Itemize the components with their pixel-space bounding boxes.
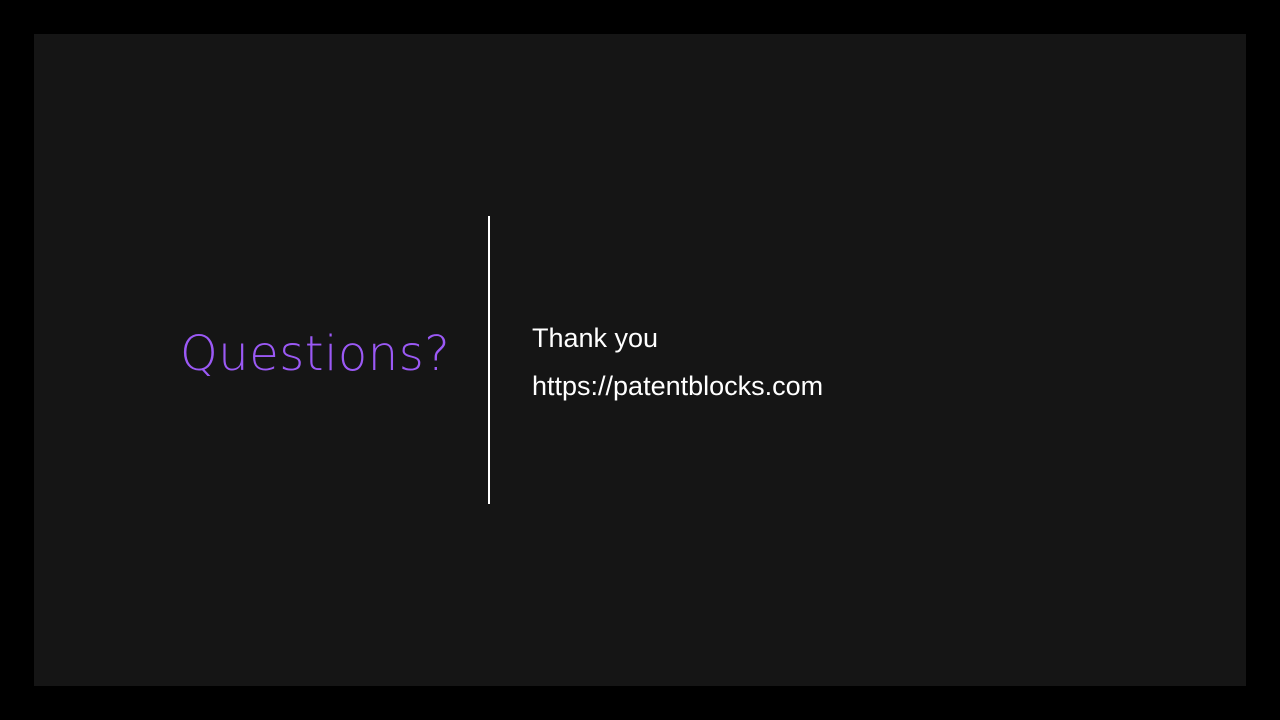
vertical-divider xyxy=(488,216,490,504)
slide-heading: Questions? xyxy=(180,326,451,382)
slide-body: Thank you https://patentblocks.com xyxy=(532,314,823,410)
presentation-frame: Questions? Thank you https://patentblock… xyxy=(0,0,1280,720)
website-link[interactable]: https://patentblocks.com xyxy=(532,362,823,410)
slide: Questions? Thank you https://patentblock… xyxy=(34,34,1246,686)
thank-you-text: Thank you xyxy=(532,323,659,353)
